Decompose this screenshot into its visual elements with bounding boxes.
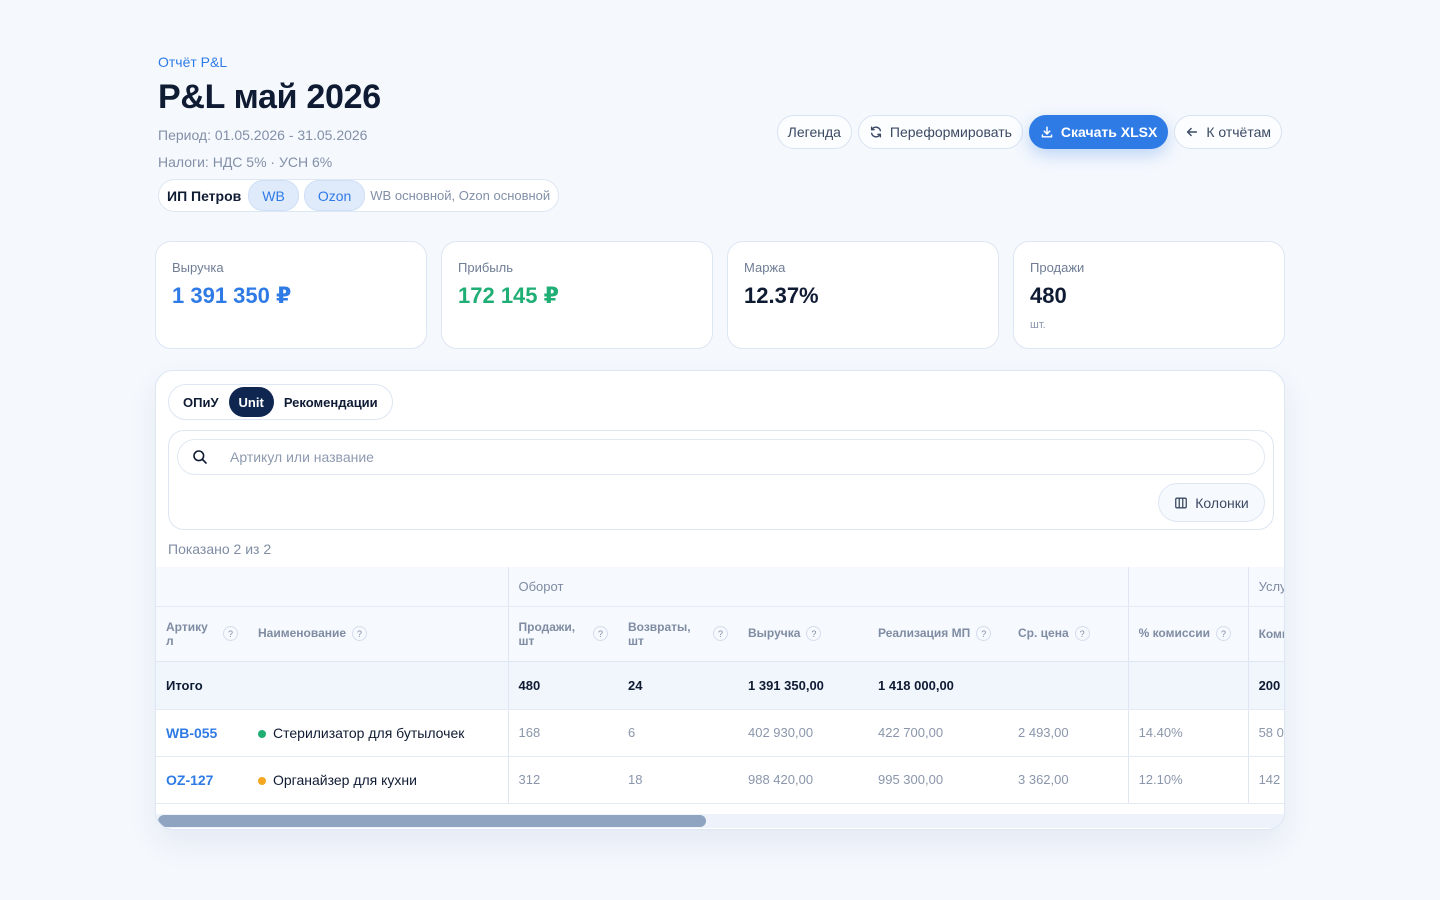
help-icon[interactable]: ? [593, 626, 608, 641]
report-panel: ОПиУ Unit Рекомендации Колонки Показано … [155, 370, 1285, 830]
col-avg-price[interactable]: Ср. цена? [1008, 606, 1129, 662]
horizontal-scrollbar[interactable] [156, 814, 1284, 828]
search-bar [177, 439, 1265, 475]
total-row: Итого 480 24 1 391 350,00 1 418 000,00 2… [156, 661, 1284, 710]
table-row[interactable]: OZ-127 Органайзер для кухни 312 18 988 4… [156, 756, 1284, 804]
rebuild-button[interactable]: Переформировать [857, 115, 1023, 149]
kpi-label: Выручка [172, 260, 224, 275]
sku-link[interactable]: WB-055 [156, 709, 248, 757]
legend-button[interactable]: Легенда [776, 115, 852, 149]
kpi-label: Прибыль [458, 260, 513, 275]
sku-link[interactable]: OZ-127 [156, 756, 248, 804]
kpi-cards: Выручка 1 391 350 ₽ Прибыль 172 145 ₽ Ма… [155, 241, 1285, 349]
product-name: Стерилизатор для бутылочек [248, 709, 508, 757]
columns-icon [1175, 497, 1188, 508]
kpi-label: Продажи [1030, 260, 1085, 275]
legend-button-label: Легенда [787, 124, 841, 140]
tab-recommendations[interactable]: Рекомендации [274, 387, 388, 417]
help-icon[interactable]: ? [1074, 626, 1090, 642]
columns-button[interactable]: Колонки [1158, 483, 1265, 522]
col-realization[interactable]: Реализация МП? [868, 606, 1008, 662]
download-icon [1041, 126, 1053, 138]
product-name: Органайзер для кухни [248, 756, 508, 804]
col-sku[interactable]: Артикул? [156, 606, 248, 662]
status-dot [258, 729, 266, 738]
status-dot [258, 776, 266, 785]
accounts-label: WB основной, Ozon основной [370, 188, 551, 203]
period-text: Период: 01.05.2026 - 31.05.2026 [158, 127, 368, 143]
arrow-left-icon [1187, 127, 1198, 137]
total-label: Итого [156, 661, 508, 710]
help-icon[interactable]: ? [806, 626, 822, 642]
help-icon[interactable]: ? [223, 626, 238, 641]
table-row[interactable]: WB-055 Стерилизатор для бутылочек 168 6 … [156, 709, 1284, 757]
marketplace-chip-wb: WB [248, 180, 299, 211]
col-returns[interactable]: Возвраты, шт? [618, 606, 738, 662]
help-icon[interactable]: ? [713, 626, 728, 641]
header-actions: Легенда Переформировать Скачать XLSX К о… [776, 115, 1282, 149]
rebuild-button-label: Переформировать [889, 124, 1012, 140]
unit-table: Оборот Услуги Артикул? Наименование? Про… [156, 567, 1284, 804]
column-header-row: Артикул? Наименование? Продажи, шт? Возв… [156, 606, 1284, 662]
kpi-label: Маржа [744, 260, 786, 275]
col-name[interactable]: Наименование? [248, 606, 508, 662]
col-commission[interactable]: Комиссия [1247, 606, 1284, 662]
kpi-card-revenue: Выручка 1 391 350 ₽ [155, 241, 427, 349]
page-title: P&L май 2026 [158, 78, 381, 116]
kpi-card-profit: Прибыль 172 145 ₽ [441, 241, 713, 349]
kpi-card-sales: Продажи 480 шт. [1013, 241, 1285, 349]
search-icon [193, 450, 207, 464]
col-revenue[interactable]: Выручка? [738, 606, 868, 662]
refresh-icon [870, 126, 881, 138]
help-icon[interactable]: ? [1215, 626, 1231, 642]
download-button-label: Скачать XLSX [1060, 124, 1158, 140]
download-xlsx-button[interactable]: Скачать XLSX [1028, 115, 1169, 149]
kpi-value: 1 391 350 ₽ [172, 283, 292, 308]
kpi-value: 480 [1030, 283, 1067, 308]
col-commission-pct[interactable]: % комиссии? [1127, 606, 1249, 662]
marketplace-chip-ozon: Ozon [303, 180, 366, 211]
kpi-card-margin: Маржа 12.37% [727, 241, 999, 349]
help-icon[interactable]: ? [976, 626, 992, 642]
scope-chips: ИП Петров WB Ozon WB основной, Ozon осно… [158, 179, 560, 212]
filter-box: Колонки [168, 430, 1274, 530]
kpi-unit: шт. [1030, 319, 1046, 331]
tab-opiu[interactable]: ОПиУ [173, 387, 229, 417]
help-icon[interactable]: ? [352, 626, 368, 642]
group-header-row: Оборот Услуги [156, 567, 1284, 607]
breadcrumb[interactable]: Отчёт P&L [158, 54, 227, 70]
owner-label: ИП Петров [167, 187, 242, 204]
tab-unit[interactable]: Unit [228, 387, 274, 417]
view-tabs: ОПиУ Unit Рекомендации [168, 384, 393, 420]
columns-button-label: Колонки [1195, 494, 1249, 511]
kpi-value: 12.37% [744, 283, 819, 308]
taxes-text: Налоги: НДС 5% · УСН 6% [158, 154, 333, 170]
kpi-value: 172 145 ₽ [458, 283, 559, 308]
back-button-label: К отчётам [1206, 124, 1271, 140]
shown-count: Показано 2 из 2 [168, 541, 272, 557]
col-sales[interactable]: Продажи, шт? [507, 606, 618, 662]
search-input[interactable] [230, 449, 1130, 465]
scrollbar-thumb[interactable] [158, 815, 706, 827]
back-to-reports-button[interactable]: К отчётам [1174, 115, 1282, 149]
group-services: Услуги [1247, 567, 1284, 607]
group-turnover: Оборот [507, 567, 1129, 607]
